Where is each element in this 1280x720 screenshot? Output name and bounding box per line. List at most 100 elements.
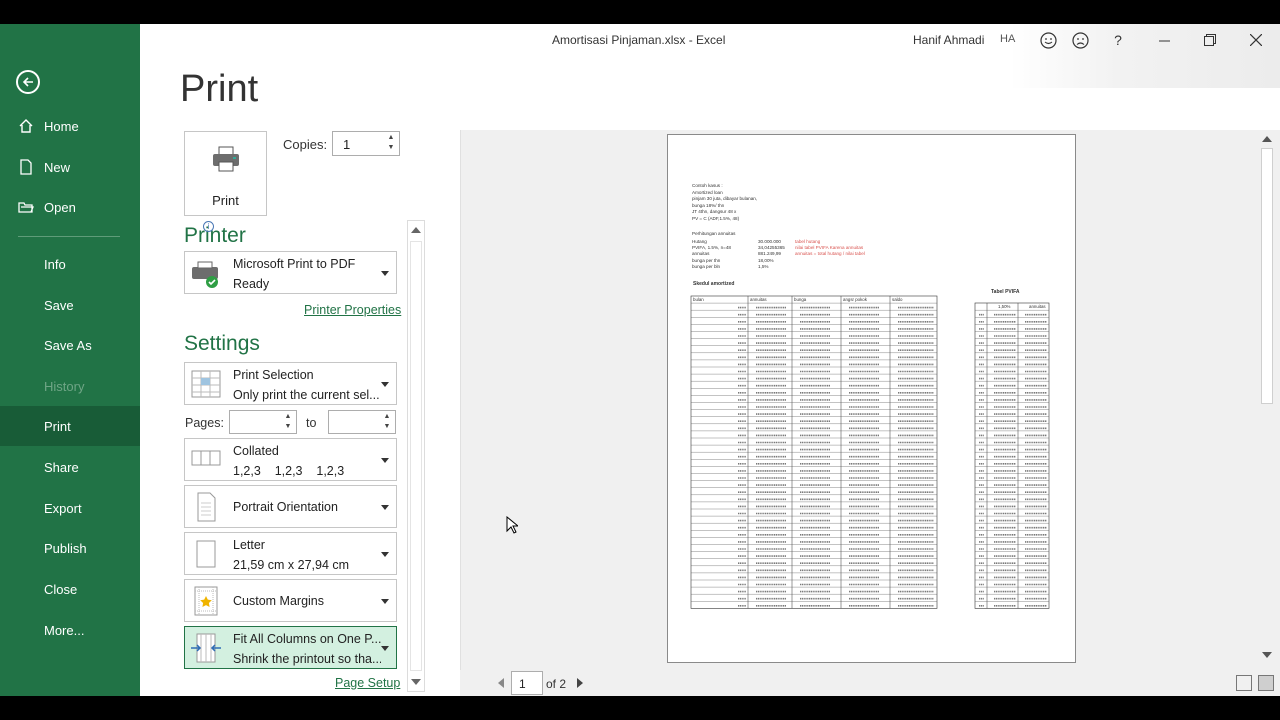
nav-new-label: New: [44, 159, 71, 175]
nav-print-label: Print: [44, 418, 71, 434]
stepper-arrows-icon[interactable]: ▲ ▼: [381, 412, 393, 434]
scrollbar-thumb[interactable]: [1261, 148, 1273, 404]
printer-dropdown[interactable]: Microsoft Print to PDF Ready: [184, 251, 397, 294]
schedule-header: bulan: [693, 297, 704, 302]
preview-divider: [460, 130, 461, 670]
minimize-icon[interactable]: [1154, 30, 1174, 50]
backstage-nav: Home New Open Info Save Save As History …: [0, 24, 140, 696]
copies-label: Copies:: [283, 137, 328, 152]
printer-icon: [213, 146, 239, 172]
arrow-left-icon: [22, 77, 33, 87]
chevron-down-icon: [381, 382, 389, 387]
show-margins-icon[interactable]: [1236, 675, 1252, 691]
title-bar: Amortisasi Pinjaman.xlsx - Excel Hanif A…: [140, 24, 1280, 88]
preview-page[interactable]: Contoh kasus : Amortized loan pinjam 30 ju…: [667, 134, 1076, 663]
nav-info[interactable]: Info: [0, 244, 140, 284]
scroll-up-icon[interactable]: [1262, 136, 1272, 142]
stepper-arrows-icon[interactable]: ▲ ▼: [282, 412, 294, 434]
chevron-down-icon: [381, 271, 389, 276]
orientation-dropdown[interactable]: Portrait Orientation: [184, 485, 397, 528]
collation-dropdown[interactable]: Collated 1,2,3 1,2,3 1,2,3: [184, 438, 397, 481]
folder-open-icon: [18, 202, 34, 213]
nav-publish[interactable]: Publish: [0, 528, 140, 568]
nav-share-label: Share: [44, 459, 79, 475]
schedule-header: saldo: [892, 297, 903, 302]
nav-export[interactable]: Export: [0, 488, 140, 528]
margins-dropdown[interactable]: Custom Margins: [184, 579, 397, 622]
excel-backstage-window: Home New Open Info Save Save As History …: [0, 24, 1280, 696]
pvifa-header: 1,50%: [998, 304, 1011, 309]
preview-scrollbar[interactable]: [1256, 130, 1280, 670]
nav-history: History: [0, 366, 140, 406]
schedule-header: angsr pokok: [843, 297, 868, 302]
window-title: Amortisasi Pinjaman.xlsx - Excel: [552, 33, 726, 47]
paper-size-dropdown[interactable]: Letter 21,59 cm x 27,94 cm: [184, 532, 397, 575]
close-icon[interactable]: [1246, 30, 1266, 50]
zoom-to-page-icon[interactable]: [1258, 675, 1274, 691]
sheet-selection-icon: [191, 370, 221, 398]
print-settings-panel: Printer Microsoft Print to PDF Ready Pri…: [184, 220, 424, 692]
collation-subtitle: 1,2,3 1,2,3 1,2,3: [233, 464, 345, 478]
help-icon[interactable]: ?: [1108, 30, 1128, 50]
margins-title: Custom Margins: [233, 594, 324, 608]
nav-save[interactable]: Save: [0, 285, 140, 325]
scaling-dropdown[interactable]: Fit All Columns on One P... Shrink the p…: [184, 626, 397, 669]
nav-home-label: Home: [44, 118, 79, 134]
mouse-cursor-icon: [506, 516, 518, 534]
schedule-header: bunga: [794, 297, 807, 302]
nav-print[interactable]: Print: [0, 406, 140, 446]
scroll-down-icon[interactable]: [1262, 652, 1272, 658]
nav-publish-label: Publish: [44, 540, 87, 556]
scaling-subtitle: Shrink the printout so tha...: [233, 652, 381, 666]
chevron-down-icon: [381, 599, 389, 604]
pages-to-input[interactable]: ▲ ▼: [328, 410, 396, 434]
chevron-down-icon: [381, 552, 389, 557]
current-page-input[interactable]: 1: [511, 671, 543, 695]
chevron-down-icon: [381, 646, 389, 651]
nav-open-label: Open: [44, 199, 76, 215]
paper-size-subtitle: 21,59 cm x 27,94 cm: [233, 558, 350, 572]
page-setup-link[interactable]: Page Setup: [335, 676, 400, 690]
orientation-title: Portrait Orientation: [233, 500, 338, 514]
collated-pages-icon: [191, 450, 221, 466]
next-page-icon[interactable]: [577, 678, 583, 688]
scroll-down-icon[interactable]: [411, 679, 421, 685]
printer-properties-link[interactable]: Printer Properties: [304, 303, 401, 317]
portrait-page-icon: [197, 492, 216, 522]
user-name[interactable]: Hanif Ahmadi: [913, 33, 984, 47]
restore-icon[interactable]: [1200, 30, 1220, 50]
stepper-arrows-icon[interactable]: ▲ ▼: [385, 133, 397, 155]
scrollbar-thumb[interactable]: [410, 241, 422, 671]
pages-from-input[interactable]: ▲ ▼: [229, 410, 297, 434]
printer-status: Ready: [233, 277, 270, 291]
copies-stepper[interactable]: 1 ▲ ▼: [332, 131, 400, 156]
nav-save-as[interactable]: Save As: [0, 325, 140, 365]
printer-ready-icon: [192, 261, 218, 288]
nav-new[interactable]: New: [0, 147, 140, 187]
page-count: of 2: [546, 677, 567, 691]
previous-page-icon[interactable]: [498, 678, 504, 688]
nav-close[interactable]: Close: [0, 569, 140, 609]
home-icon: [19, 119, 33, 133]
back-button[interactable]: [16, 70, 40, 94]
print-button[interactable]: Print: [184, 131, 267, 216]
paper-size-title: Letter: [233, 538, 265, 552]
nav-save-as-label: Save As: [44, 337, 92, 353]
printer-name: Microsoft Print to PDF: [233, 257, 356, 271]
frown-feedback-icon[interactable]: [1070, 30, 1090, 50]
print-what-dropdown[interactable]: Print Selection Only print the current s…: [184, 362, 397, 405]
nav-close-label: Close: [44, 581, 78, 597]
schedule-header: annuitas: [750, 297, 767, 302]
settings-scrollbar[interactable]: [407, 220, 425, 692]
user-initials[interactable]: HA: [1000, 33, 1015, 45]
info-icon[interactable]: i: [203, 221, 214, 232]
nav-home[interactable]: Home: [0, 106, 140, 146]
nav-share[interactable]: Share: [0, 447, 140, 487]
printer-heading: Printer: [184, 224, 246, 247]
nav-open[interactable]: Open: [0, 187, 140, 227]
print-what-subtitle: Only print the current sel...: [233, 388, 380, 402]
print-what-title: Print Selection: [233, 368, 314, 382]
smile-feedback-icon[interactable]: [1038, 30, 1058, 50]
scroll-up-icon[interactable]: [411, 227, 421, 233]
nav-more[interactable]: More...: [0, 610, 140, 650]
